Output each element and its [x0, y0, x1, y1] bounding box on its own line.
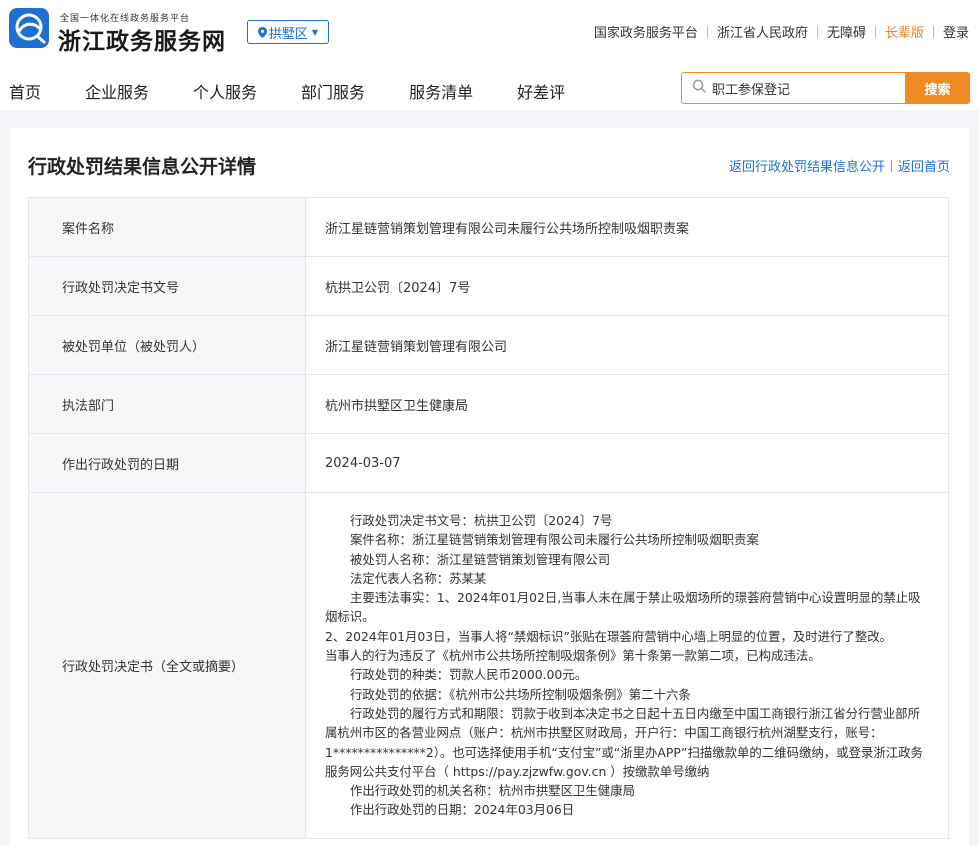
link-back-to-list[interactable]: 返回行政处罚结果信息公开 [729, 156, 885, 175]
row-label: 执法部门 [28, 374, 306, 434]
detail-panel: 行政处罚结果信息公开详情 返回行政处罚结果信息公开 返回首页 案件名称 浙江星链… [10, 128, 969, 846]
table-row: 行政处罚决定书文号 杭拱卫公罚〔2024〕7号 [28, 256, 949, 316]
location-pin-icon [257, 26, 267, 38]
nav-department-services[interactable]: 部门服务 [301, 79, 365, 103]
table-row: 作出行政处罚的日期 2024-03-07 [28, 433, 949, 493]
link-elder-mode[interactable]: 长辈版 [885, 22, 924, 41]
row-label: 案件名称 [28, 197, 306, 257]
nav-personal-services[interactable]: 个人服务 [193, 79, 257, 103]
table-row: 执法部门 杭州市拱墅区卫生健康局 [28, 374, 949, 434]
search-bar: 搜索 [681, 72, 970, 104]
detail-table: 案件名称 浙江星链营销策划管理有限公司未履行公共场所控制吸烟职责案 行政处罚决定… [28, 197, 949, 839]
logo-title[interactable]: 浙江政务服务网 [58, 22, 226, 56]
row-value: 杭州市拱墅区卫生健康局 [305, 374, 949, 434]
divider [816, 25, 818, 38]
decision-paragraph: 行政处罚的履行方式和期限：罚款于收到本决定书之日起十五日内缴至中国工商银行浙江省… [325, 705, 923, 779]
nav-enterprise-services[interactable]: 企业服务 [85, 79, 149, 103]
decision-paragraph: 行政处罚决定书文号：杭拱卫公罚〔2024〕7号 [350, 513, 613, 528]
nav-home[interactable]: 首页 [9, 79, 41, 103]
region-label: 拱墅区 [268, 26, 308, 42]
divider [706, 25, 708, 38]
caret-down-icon: ▼ [311, 27, 319, 37]
decision-paragraph: 当事人的行为违反了《杭州市公共场所控制吸烟条例》第十条第一款第二项，已构成违法。 [325, 648, 821, 664]
site-logo-icon[interactable] [9, 8, 49, 48]
row-label: 行政处罚决定书（全文或摘要） [28, 492, 306, 839]
search-input[interactable] [712, 80, 892, 96]
decision-paragraph: 被处罚人名称：浙江星链营销策划管理有限公司 [350, 551, 611, 567]
link-accessibility[interactable]: 无障碍 [827, 22, 866, 41]
decision-paragraph: 法定代表人名称：苏某某 [350, 570, 487, 586]
decision-paragraph: 2、2024年01月03日，当事人将“禁烟标识”张贴在璟荟府营销中心墙上明显的位… [325, 628, 893, 644]
table-row: 行政处罚决定书（全文或摘要） 行政处罚决定书文号：杭拱卫公罚〔2024〕7号 案… [28, 492, 949, 839]
return-links: 返回行政处罚结果信息公开 返回首页 [729, 156, 950, 175]
row-value: 杭拱卫公罚〔2024〕7号 [305, 256, 949, 316]
table-row: 案件名称 浙江星链营销策划管理有限公司未履行公共场所控制吸烟职责案 [28, 197, 949, 257]
row-value: 2024-03-07 [305, 433, 949, 493]
row-label: 作出行政处罚的日期 [28, 433, 306, 493]
row-value: 浙江星链营销策划管理有限公司 [305, 315, 949, 375]
divider [890, 159, 892, 172]
link-back-home[interactable]: 返回首页 [898, 156, 950, 175]
divider [874, 25, 876, 38]
search-box [681, 72, 905, 104]
nav-evaluation[interactable]: 好差评 [517, 79, 565, 103]
decision-text: 行政处罚决定书文号：杭拱卫公罚〔2024〕7号 案件名称：浙江星链营销策划管理有… [305, 492, 949, 839]
link-provincial-government[interactable]: 浙江省人民政府 [717, 22, 808, 41]
page-title: 行政处罚结果信息公开详情 [28, 156, 257, 178]
decision-paragraph: 行政处罚的种类：罚款人民币2000.00元。 [350, 667, 588, 683]
row-label: 行政处罚决定书文号 [28, 256, 306, 316]
decision-paragraph: 主要违法事实：1、2024年01月02日,当事人未在属于禁止吸烟场所的璟荟府营销… [325, 590, 921, 625]
main-nav: 首页 企业服务 个人服务 部门服务 服务清单 好差评 [9, 79, 565, 103]
decision-paragraph: 案件名称：浙江星链营销策划管理有限公司未履行公共场所控制吸烟职责案 [350, 532, 759, 548]
decision-paragraph: 行政处罚的依据：《杭州市公共场所控制吸烟条例》第二十六条 [350, 686, 691, 702]
region-selector[interactable]: 拱墅区 ▼ [247, 20, 329, 44]
row-label: 被处罚单位（被处罚人） [28, 315, 306, 375]
nav-service-list[interactable]: 服务清单 [409, 79, 473, 103]
top-links: 国家政务服务平台 浙江省人民政府 无障碍 长辈版 登录 [594, 22, 969, 41]
search-button[interactable]: 搜索 [905, 72, 970, 104]
decision-paragraph: 作出行政处罚的日期：2024年03月06日 [350, 802, 575, 818]
link-login[interactable]: 登录 [943, 22, 969, 41]
row-value: 浙江星链营销策划管理有限公司未履行公共场所控制吸烟职责案 [305, 197, 949, 257]
link-national-platform[interactable]: 国家政务服务平台 [594, 22, 698, 41]
site-header: 全国一体化在线政务服务平台 浙江政务服务网 拱墅区 ▼ 国家政务服务平台 浙江省… [0, 0, 979, 110]
search-icon [692, 79, 706, 97]
decision-paragraph: 作出行政处罚的机关名称：杭州市拱墅区卫生健康局 [350, 783, 635, 799]
table-row: 被处罚单位（被处罚人） 浙江星链营销策划管理有限公司 [28, 315, 949, 375]
divider [932, 25, 934, 38]
